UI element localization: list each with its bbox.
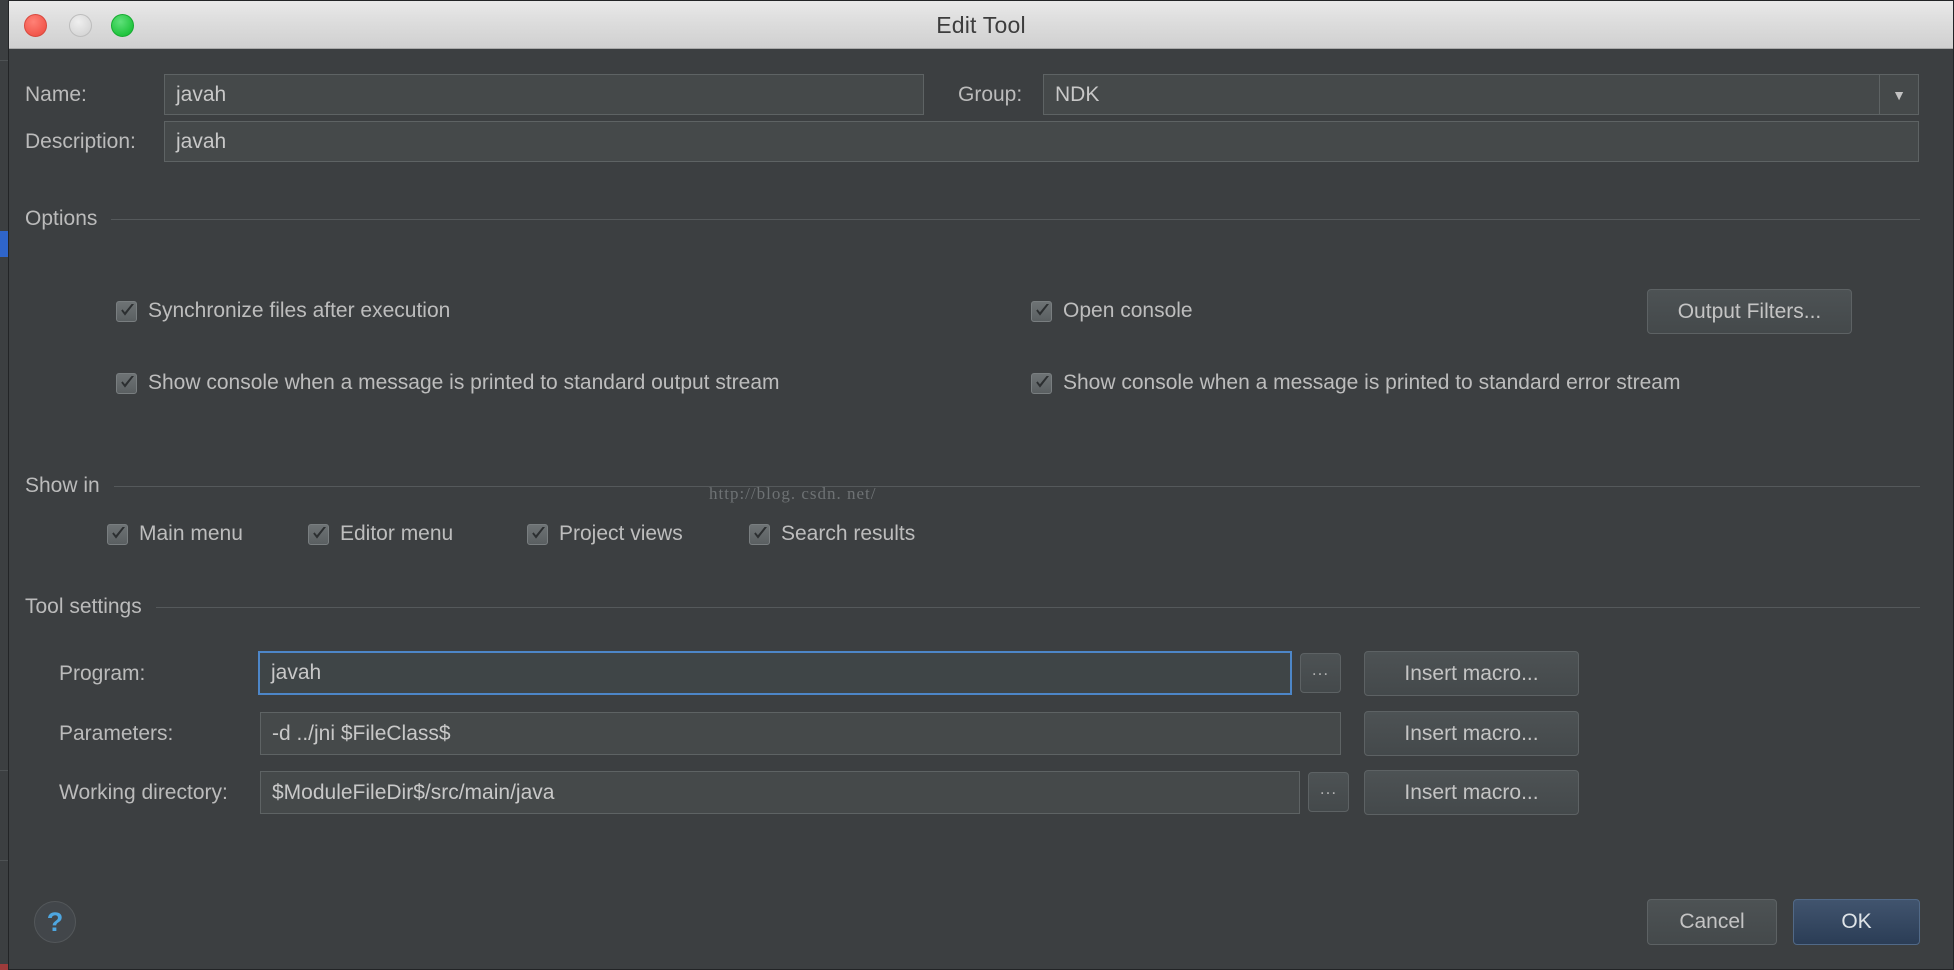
options-section-label: Options [25, 207, 98, 230]
checkbox-label: Editor menu [340, 522, 454, 545]
section-divider [113, 485, 1920, 487]
parameters-label: Parameters: [59, 722, 174, 745]
checkmark-icon [749, 523, 770, 545]
parameters-insert-macro-button[interactable]: Insert macro... [1364, 711, 1579, 756]
working-directory-input[interactable]: $ModuleFileDir$/src/main/java [260, 771, 1300, 814]
checkbox-search-results[interactable]: Search results [749, 522, 915, 546]
checkmark-icon [116, 372, 137, 394]
checkmark-icon [116, 300, 137, 322]
checkbox-show-console-stdout[interactable]: Show console when a message is printed t… [116, 371, 780, 395]
show-in-section-header: Show in [25, 474, 1920, 498]
description-label: Description: [25, 130, 136, 153]
ok-button[interactable]: OK [1793, 899, 1920, 945]
checkbox-label: Show console when a message is printed t… [1063, 371, 1681, 394]
checkbox-synchronize-files[interactable]: Synchronize files after execution [116, 299, 450, 323]
checkbox-open-console[interactable]: Open console [1031, 299, 1193, 323]
checkmark-icon [1031, 300, 1052, 322]
checkbox-label: Main menu [139, 522, 243, 545]
checkbox-label: Synchronize files after execution [148, 299, 451, 322]
checkmark-icon [1031, 372, 1052, 394]
help-button[interactable]: ? [34, 901, 76, 943]
working-directory-browse-button[interactable]: ... [1308, 772, 1349, 812]
checkbox-label: Search results [781, 522, 916, 545]
parameters-input[interactable]: -d ../jni $FileClass$ [260, 712, 1341, 755]
tool-settings-section-label: Tool settings [25, 595, 142, 618]
checkmark-icon [107, 523, 128, 545]
program-input[interactable]: javah [258, 651, 1292, 695]
program-insert-macro-button[interactable]: Insert macro... [1364, 651, 1579, 696]
dialog-titlebar[interactable]: Edit Tool [9, 1, 1953, 49]
dialog-title: Edit Tool [936, 12, 1026, 38]
show-in-section-label: Show in [25, 474, 100, 497]
checkbox-label: Open console [1063, 299, 1193, 322]
tool-settings-section-header: Tool settings [25, 595, 1920, 619]
group-label: Group: [958, 83, 1023, 106]
program-label: Program: [59, 662, 146, 685]
chevron-down-icon[interactable]: ▼ [1879, 75, 1918, 114]
cancel-button[interactable]: Cancel [1647, 899, 1777, 945]
checkbox-main-menu[interactable]: Main menu [107, 522, 243, 546]
name-label: Name: [25, 83, 87, 106]
section-divider [111, 218, 1920, 220]
checkmark-icon [308, 523, 329, 545]
name-input[interactable]: javah [164, 74, 924, 115]
group-combobox-value: NDK [1055, 82, 1100, 106]
edit-tool-dialog: Edit Tool http://blog. csdn. net/ Name: … [8, 0, 1954, 970]
section-divider [155, 606, 1920, 608]
program-browse-button[interactable]: ... [1300, 653, 1341, 693]
checkbox-show-console-stderr[interactable]: Show console when a message is printed t… [1031, 371, 1680, 395]
checkbox-label: Project views [559, 522, 683, 545]
checkbox-project-views[interactable]: Project views [527, 522, 683, 546]
working-directory-label: Working directory: [59, 781, 228, 804]
description-input[interactable]: javah [164, 121, 1919, 162]
checkbox-label: Show console when a message is printed t… [148, 371, 780, 394]
checkbox-editor-menu[interactable]: Editor menu [308, 522, 453, 546]
working-directory-insert-macro-button[interactable]: Insert macro... [1364, 770, 1579, 815]
group-combobox[interactable]: NDK ▼ [1043, 74, 1919, 115]
options-section-header: Options [25, 207, 1920, 231]
checkmark-icon [527, 523, 548, 545]
output-filters-button[interactable]: Output Filters... [1647, 289, 1852, 334]
